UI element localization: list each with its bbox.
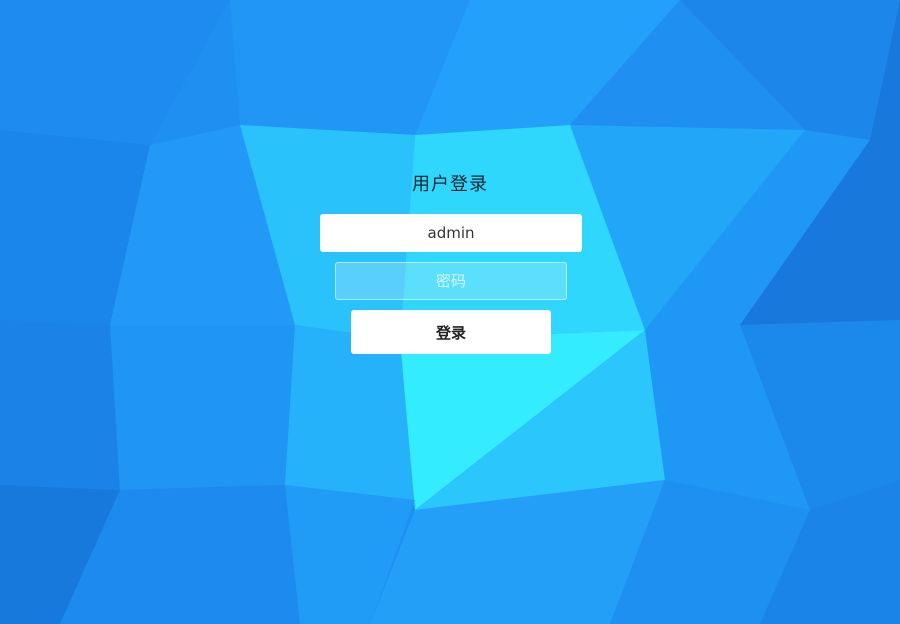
login-button[interactable]: 登录 [351,310,551,354]
login-title: 用户登录 [412,174,488,195]
password-input[interactable] [335,262,567,300]
login-page: 用户登录 登录 [0,0,900,624]
username-input[interactable] [320,214,582,252]
